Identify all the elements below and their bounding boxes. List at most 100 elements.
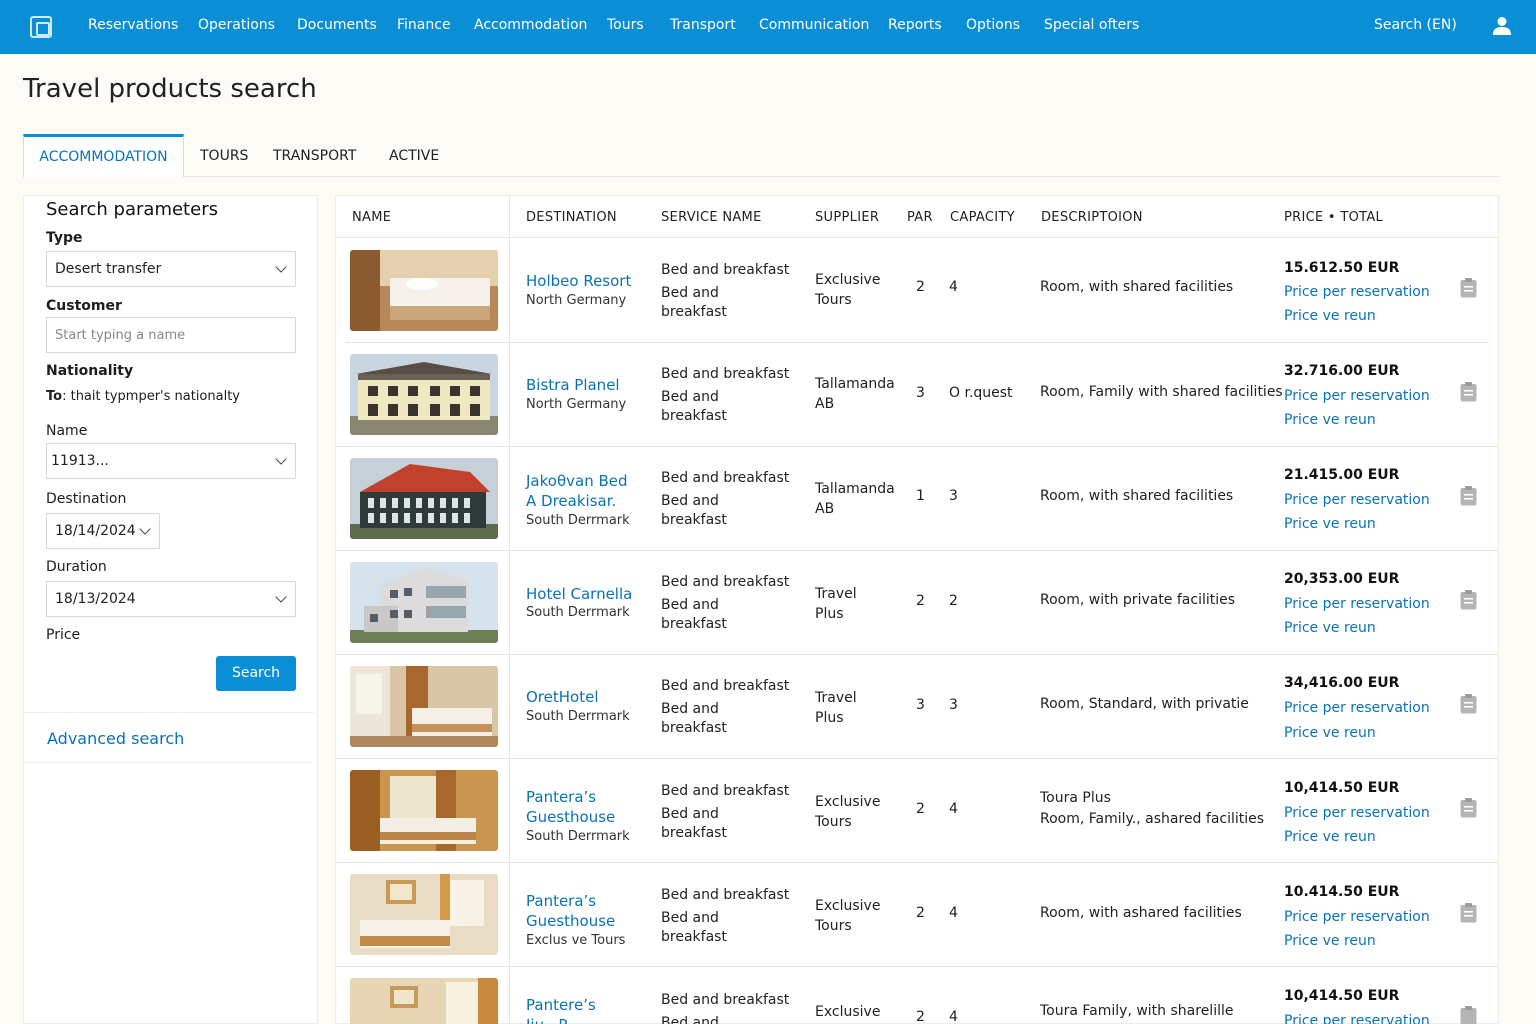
name-select-value: 11913... xyxy=(51,453,109,469)
clipboard-icon[interactable] xyxy=(1460,903,1477,923)
header-description[interactable]: DESCRIPTOION xyxy=(1041,210,1143,225)
supplier-line2: AB xyxy=(815,396,835,412)
supplier-line1: Exclusive xyxy=(815,794,881,810)
table-row[interactable]: Pantere’s Jiu...P... Bed and breakfast B… xyxy=(336,966,1498,1024)
clipboard-icon[interactable] xyxy=(1460,382,1477,402)
supplier-line2: Tours xyxy=(815,292,852,308)
table-row[interactable]: Pantera’s Guesthouse Exclus ve Tours Bed… xyxy=(336,862,1498,966)
destination-name-link[interactable]: Pantera’s Guesthouse xyxy=(526,787,615,827)
destination-name-line1: Pantere’s xyxy=(526,996,596,1014)
price-per-person-link[interactable]: Price ve reun xyxy=(1284,725,1376,741)
nav-accommodation[interactable]: Accommodation xyxy=(474,17,587,33)
clipboard-icon[interactable] xyxy=(1460,798,1477,818)
header-destination[interactable]: DESTINATION xyxy=(526,210,617,225)
table-row[interactable]: Holbeo Resort North Germany Bed and brea… xyxy=(336,238,1498,342)
clipboard-icon[interactable] xyxy=(1460,1006,1477,1024)
description: Toura Family, with sharelille xyxy=(1040,1001,1233,1022)
destination-name-link[interactable]: Pantere’s Jiu...P... xyxy=(526,995,596,1024)
header-service-name[interactable]: SERVICE NAME xyxy=(661,210,762,225)
clipboard-icon[interactable] xyxy=(1460,590,1477,610)
tab-tours[interactable]: TOURS xyxy=(200,148,248,164)
clipboard-icon[interactable] xyxy=(1460,694,1477,714)
price-per-reservation-link[interactable]: Price per reservation xyxy=(1284,805,1430,821)
price-per-person-link[interactable]: Price ve reun xyxy=(1284,829,1376,845)
price-per-person-link[interactable]: Price ve reun xyxy=(1284,933,1376,949)
price-per-reservation-link[interactable]: Price per reservation xyxy=(1284,388,1430,404)
name-select[interactable]: 11913... xyxy=(46,443,296,479)
nav-options[interactable]: Options xyxy=(966,17,1020,33)
nav-communication[interactable]: Communication xyxy=(759,17,869,33)
destination-name-link[interactable]: OretHotel xyxy=(526,687,599,707)
tab-active[interactable]: ACTIVE xyxy=(389,148,439,164)
price-per-reservation-link[interactable]: Price per reservation xyxy=(1284,909,1430,925)
service-name: Bed and breakfast Bed and breakfast xyxy=(661,782,789,843)
nav-reservations[interactable]: Reservations xyxy=(88,17,178,33)
description-line1: Toura Plus xyxy=(1040,790,1111,806)
nav-special-offers[interactable]: Special ofters xyxy=(1044,17,1139,33)
clipboard-icon[interactable] xyxy=(1460,278,1477,298)
table-row[interactable]: Jakoθvan Bed A Dreakisar. South Derrmark… xyxy=(336,446,1498,550)
tab-accommodation[interactable]: ACCOMMODATION xyxy=(23,134,184,177)
price-per-person-link[interactable]: Price ve reun xyxy=(1284,412,1376,428)
user-icon[interactable] xyxy=(1493,16,1511,36)
table-row[interactable]: OretHotel South Derrmark Bed and breakfa… xyxy=(336,654,1498,758)
nav-finance[interactable]: Finance xyxy=(397,17,451,33)
destination-name-link[interactable]: Bistra Planel xyxy=(526,375,620,395)
service-name-line2: Bed and xyxy=(661,493,719,509)
destination-region: South Derrmark xyxy=(526,709,630,724)
destination-date-select[interactable]: 18/14/2024 xyxy=(46,513,160,549)
description: Room, with ashared facilities xyxy=(1040,903,1242,924)
service-name-line2: Bed and xyxy=(661,806,719,822)
destination-name-link[interactable]: Pantera’s Guesthouse xyxy=(526,891,615,931)
header-price-total[interactable]: PRICE • TOTAL xyxy=(1284,210,1383,225)
price-total: 10,414.50 EUR xyxy=(1284,780,1400,796)
destination-name-link[interactable]: Hotel Carnella xyxy=(526,584,632,604)
header-name[interactable]: NAME xyxy=(352,210,391,225)
price-per-reservation-link[interactable]: Price per reservation xyxy=(1284,1013,1430,1024)
header-capacity[interactable]: CAPACITY xyxy=(950,210,1015,225)
nav-reports[interactable]: Reports xyxy=(888,17,942,33)
customer-input[interactable]: Start typing a name xyxy=(46,317,296,353)
duration-date-value: 18/13/2024 xyxy=(55,591,136,607)
price-per-person-link[interactable]: Price ve reun xyxy=(1284,516,1376,532)
capacity-value: 2 xyxy=(949,593,958,609)
supplier-line1: Exclusive xyxy=(815,1004,881,1020)
destination-name-link[interactable]: Jakoθvan Bed A Dreakisar. xyxy=(526,471,628,511)
nav-search-language[interactable]: Search (EN) xyxy=(1374,17,1457,33)
nav-tours[interactable]: Tours xyxy=(607,17,644,33)
destination-name-line2: Guesthouse xyxy=(526,808,616,826)
nav-documents[interactable]: Documents xyxy=(297,17,377,33)
price-per-reservation-link[interactable]: Price per reservation xyxy=(1284,700,1430,716)
service-name: Bed and breakfast Bed and breakfast xyxy=(661,573,789,634)
par-value: 3 xyxy=(916,697,925,713)
destination-name-link[interactable]: Holbeo Resort xyxy=(526,271,631,291)
tab-transport[interactable]: TRANSPORT xyxy=(273,148,356,164)
price-per-person-link[interactable]: Price ve reun xyxy=(1284,620,1376,636)
app-logo-icon[interactable] xyxy=(30,16,52,38)
par-value: 2 xyxy=(916,593,925,609)
type-select[interactable]: Desert transfer xyxy=(46,251,296,287)
description: Room, with private facilities xyxy=(1040,590,1235,611)
nav-operations[interactable]: Operations xyxy=(198,17,275,33)
clipboard-icon[interactable] xyxy=(1460,486,1477,506)
price-per-reservation-link[interactable]: Price per reservation xyxy=(1284,492,1430,508)
table-row[interactable]: Pantera’s Guesthouse South Derrmark Bed … xyxy=(336,758,1498,862)
table-row[interactable]: Bistra Planel North Germany Bed and brea… xyxy=(336,342,1498,446)
customer-label: Customer xyxy=(46,298,122,314)
supplier: Exclusive Tours xyxy=(815,270,880,310)
destination-name-line1: Bistra Planel xyxy=(526,376,620,394)
price-per-person-link[interactable]: Price ve reun xyxy=(1284,308,1376,324)
top-navigation-bar: Reservations Operations Documents Financ… xyxy=(0,0,1536,54)
advanced-search-link[interactable]: Advanced search xyxy=(47,729,184,748)
header-supplier[interactable]: SUPPLIER xyxy=(815,210,879,225)
header-par[interactable]: PAR xyxy=(907,210,933,225)
price-per-reservation-link[interactable]: Price per reservation xyxy=(1284,284,1430,300)
price-per-reservation-link[interactable]: Price per reservation xyxy=(1284,596,1430,612)
duration-date-select[interactable]: 18/13/2024 xyxy=(46,581,296,617)
description-line1: Room, Standard, with privatie xyxy=(1040,696,1249,712)
supplier-line1: Tallamanda xyxy=(815,376,895,392)
nav-transport[interactable]: Transport xyxy=(670,17,736,33)
search-button[interactable]: Search xyxy=(216,656,296,691)
table-row[interactable]: Hotel Carnella South Derrmark Bed and br… xyxy=(336,550,1498,654)
panel-divider xyxy=(24,712,314,713)
